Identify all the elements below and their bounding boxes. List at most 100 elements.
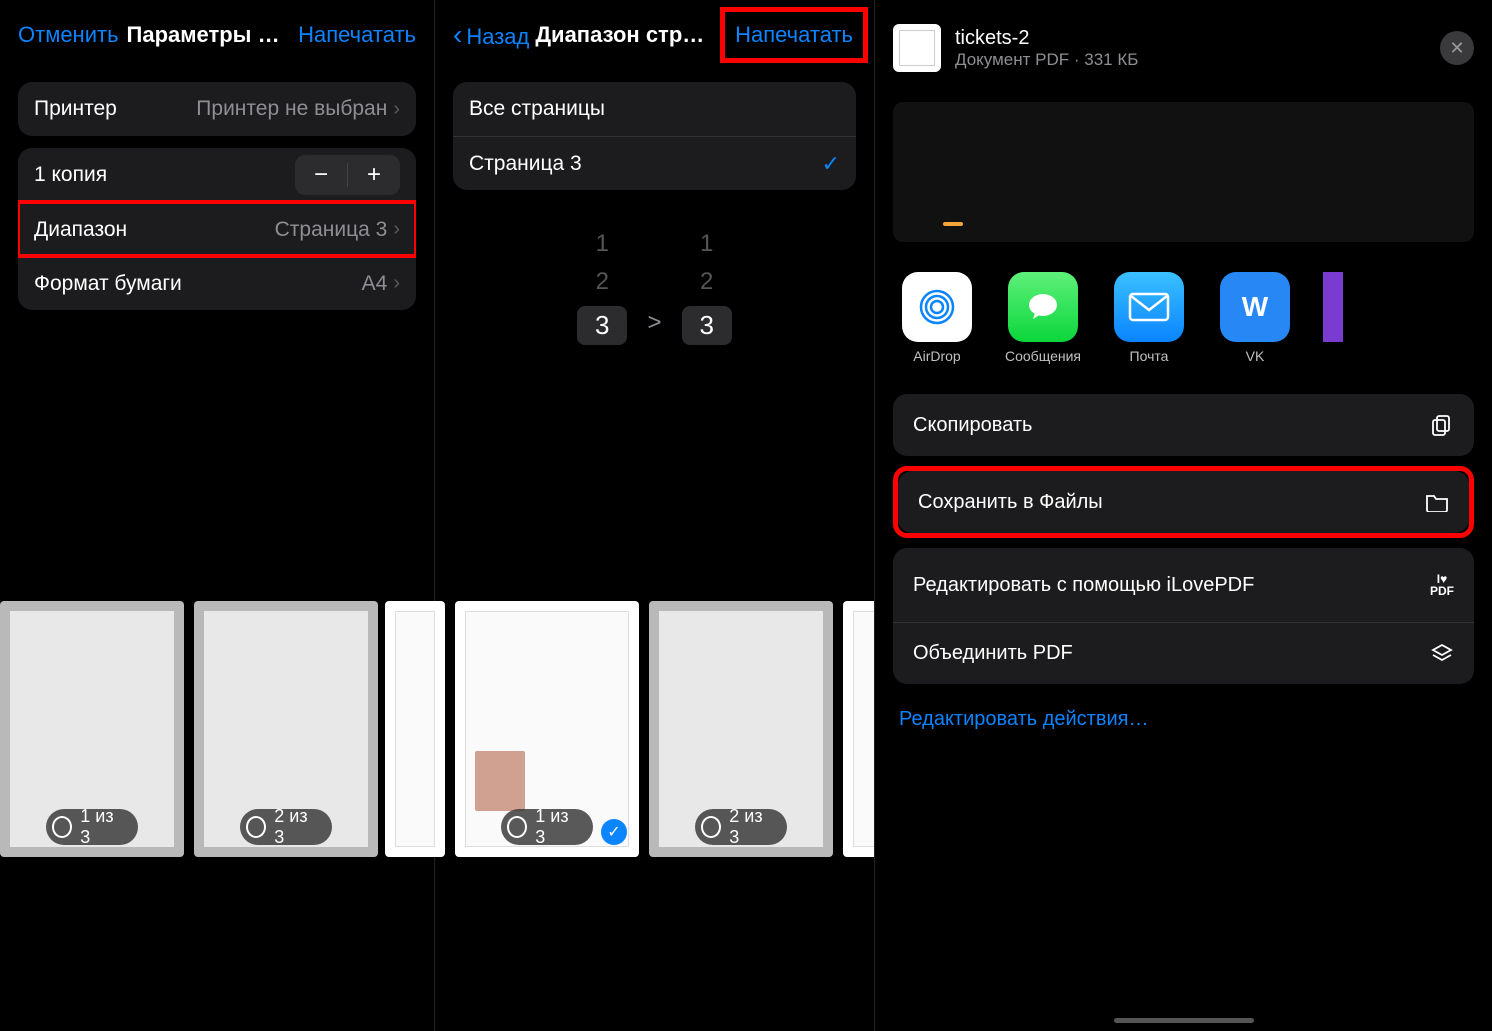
badge-text: 1 из 3 [80, 806, 124, 848]
copies-row: 1 копия − + [18, 148, 416, 202]
page-thumbnail-partial[interactable] [843, 601, 874, 857]
action-label: Объединить PDF [913, 642, 1073, 665]
page-thumbnail[interactable]: 2 из 3 [649, 601, 833, 857]
page-badge: 2 из 3 [240, 809, 332, 845]
increment-button[interactable]: + [348, 161, 400, 189]
copy-action[interactable]: Скопировать [893, 394, 1474, 456]
page-badge: 2 из 3 [695, 809, 787, 845]
action-label: Скопировать [913, 414, 1032, 437]
settings-group: 1 копия − + Диапазон Страница 3› Формат … [18, 148, 416, 310]
messages-icon [1008, 272, 1078, 342]
share-apps-row: AirDrop Сообщения Почта W VK [875, 262, 1492, 384]
app-messages[interactable]: Сообщения [1005, 272, 1081, 364]
page-thumbnail-partial[interactable] [385, 601, 445, 857]
back-button[interactable]: ‹Назад [453, 19, 529, 51]
vk-icon: W [1220, 272, 1290, 342]
picker-value: 1 [596, 230, 609, 258]
chevron-right-icon: › [393, 98, 400, 121]
page-badge: 1 из 3 [46, 809, 138, 845]
copy-icon [1430, 413, 1454, 437]
cancel-button[interactable]: Отменить [18, 22, 119, 48]
page-badge: 1 из 3 [501, 809, 593, 845]
picker-selected: 3 [577, 306, 627, 345]
copies-stepper: − + [295, 155, 400, 195]
navbar: ‹Назад Диапазон страниц Напечатать [435, 0, 874, 70]
share-header: tickets-2 Документ PDF · 331 КБ ✕ [875, 0, 1492, 82]
selected-page-label: Страница 3 [469, 152, 582, 176]
range-label: Диапазон [34, 218, 127, 242]
document-preview[interactable] [893, 102, 1474, 242]
ilovepdf-icon: I♥PDF [1430, 573, 1454, 597]
print-button[interactable]: Напечатать [298, 22, 416, 48]
nav-title: Диапазон страниц [529, 22, 720, 48]
actions-group-2: Редактировать с помощью iLovePDF I♥PDF О… [893, 548, 1474, 684]
app-label: AirDrop [913, 348, 960, 364]
navbar: Отменить Параметры печ... Напечатать [0, 0, 434, 70]
file-name: tickets-2 [955, 27, 1426, 50]
badge-text: 2 из 3 [729, 806, 773, 848]
paper-value: A4 [362, 272, 388, 296]
all-pages-label: Все страницы [469, 97, 605, 121]
page-thumbnail[interactable]: 2 из 3 [194, 601, 378, 857]
page-range-screen: ‹Назад Диапазон страниц Напечатать Все с… [435, 0, 875, 1031]
range-value: Страница 3 [275, 218, 388, 242]
app-more[interactable] [1323, 272, 1343, 364]
page-thumbnails: 1 из 3 2 из 3 [0, 601, 434, 861]
printer-row[interactable]: Принтер Принтер не выбран › [18, 82, 416, 136]
app-airdrop[interactable]: AirDrop [899, 272, 975, 364]
page-range-picker[interactable]: 1 2 3 > 1 2 3 [435, 230, 874, 345]
page-thumbnail[interactable]: 1 из 3 [0, 601, 184, 857]
paper-row[interactable]: Формат бумаги A4› [18, 256, 416, 310]
chevron-right-icon: › [393, 218, 400, 241]
doc-preview [395, 611, 435, 847]
select-circle-icon [701, 816, 721, 838]
actions-group-save: Сохранить в Файлы [898, 471, 1469, 533]
page-thumbnails: ✓ 1 из 3 2 из 3 [385, 601, 874, 861]
close-button[interactable]: ✕ [1440, 31, 1474, 65]
picker-selected: 3 [682, 306, 732, 345]
close-icon: ✕ [1449, 38, 1464, 59]
doc-preview [853, 611, 874, 847]
checkmark-icon: ✓ [822, 151, 840, 177]
badge-text: 2 из 3 [274, 806, 318, 848]
from-picker[interactable]: 1 2 3 [577, 230, 627, 345]
printer-value: Принтер не выбран [196, 97, 387, 121]
app-label: Сообщения [1005, 348, 1081, 364]
print-button[interactable]: Напечатать [735, 22, 853, 48]
more-app-icon [1323, 272, 1343, 342]
save-to-files-action[interactable]: Сохранить в Файлы [898, 471, 1469, 533]
app-label: Почта [1130, 348, 1169, 364]
select-circle-icon [246, 816, 266, 838]
airdrop-icon [902, 272, 972, 342]
edit-actions-link[interactable]: Редактировать действия… [875, 694, 1492, 745]
edit-ilovepdf-action[interactable]: Редактировать с помощью iLovePDF I♥PDF [893, 548, 1474, 622]
range-row[interactable]: Диапазон Страница 3› [18, 202, 416, 256]
select-circle-icon [507, 816, 527, 838]
picker-value: 2 [596, 268, 609, 296]
print-options-screen: Отменить Параметры печ... Напечатать При… [0, 0, 435, 1031]
decrement-button[interactable]: − [295, 161, 347, 189]
stack-icon [1430, 642, 1454, 666]
mail-icon [1114, 272, 1184, 342]
save-to-files-highlight: Сохранить в Файлы [893, 466, 1474, 538]
home-indicator [1114, 1018, 1254, 1023]
share-sheet-screen: tickets-2 Документ PDF · 331 КБ ✕ AirDro… [875, 0, 1492, 1031]
check-icon: ✓ [601, 819, 627, 845]
selected-page-row[interactable]: Страница 3 ✓ [453, 136, 856, 190]
actions-group-1: Скопировать [893, 394, 1474, 456]
page-thumbnail-selected[interactable]: ✓ 1 из 3 [455, 601, 639, 857]
badge-text: 1 из 3 [535, 806, 579, 848]
app-vk[interactable]: W VK [1217, 272, 1293, 364]
to-picker[interactable]: 1 2 3 [682, 230, 732, 345]
app-mail[interactable]: Почта [1111, 272, 1187, 364]
chevron-right-icon: › [393, 272, 400, 295]
merge-pdf-action[interactable]: Объединить PDF [893, 622, 1474, 684]
nav-title: Параметры печ... [119, 22, 299, 48]
printer-label: Принтер [34, 97, 117, 121]
picker-value: 1 [700, 230, 713, 258]
file-icon [893, 24, 941, 72]
file-meta: Документ PDF · 331 КБ [955, 50, 1426, 70]
range-options-group: Все страницы Страница 3 ✓ [453, 82, 856, 190]
all-pages-row[interactable]: Все страницы [453, 82, 856, 136]
select-circle-icon [52, 816, 72, 838]
